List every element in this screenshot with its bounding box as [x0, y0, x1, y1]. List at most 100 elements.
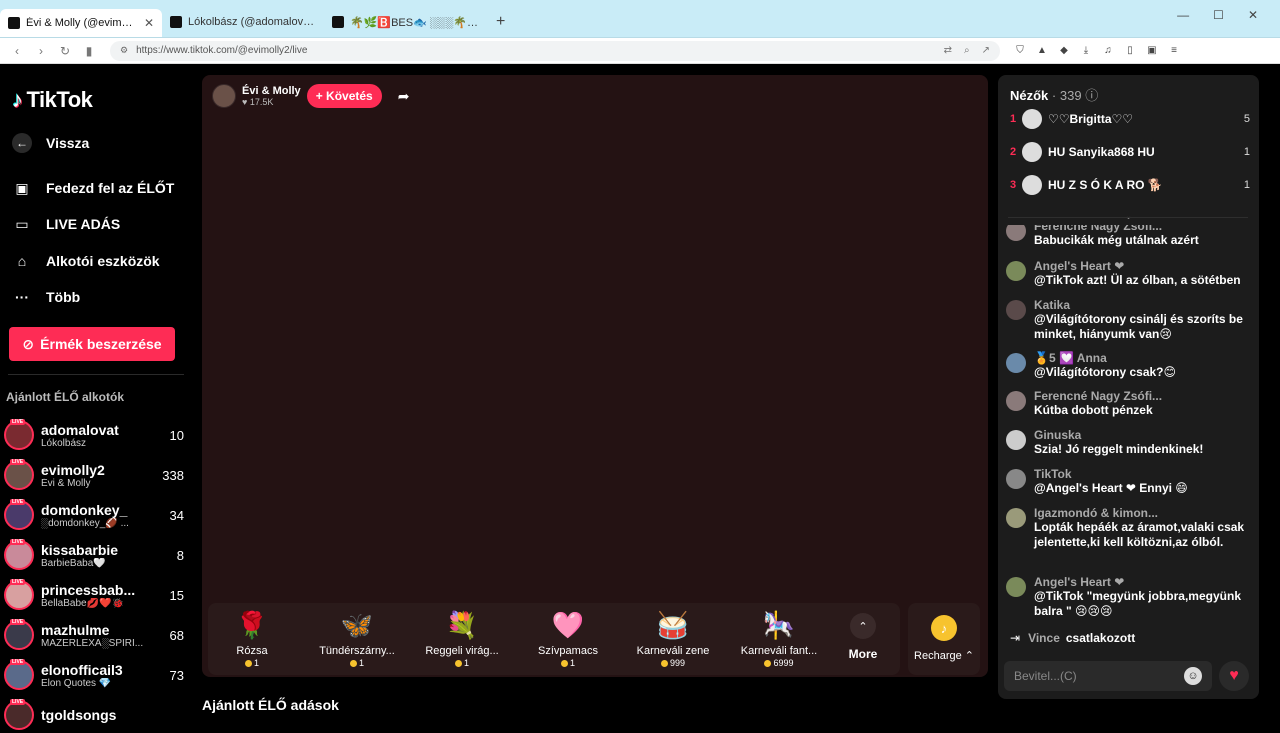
viewer-rank: 3 — [1010, 179, 1017, 191]
chat-avatar[interactable] — [1006, 225, 1026, 241]
sidebar-icon[interactable]: ▯ — [1124, 45, 1136, 56]
top-viewer[interactable]: 1 ♡♡Brigitta♡♡ 5 — [1010, 107, 1250, 131]
host-avatar[interactable] — [212, 84, 236, 108]
chat-message[interactable]: Ferencné Nagy Zsófi... Kútba dobott pénz… — [1006, 389, 1251, 418]
zoom-icon[interactable]: ⌕ — [964, 45, 970, 56]
creator-item[interactable]: LIVE domdonkey_ ░domdonkey_🏈 ... 34 — [4, 497, 184, 533]
bookmark-icon[interactable]: ▮ — [82, 44, 96, 58]
share-page-icon[interactable]: ↗ — [982, 45, 990, 56]
emoji-icon[interactable]: ☺ — [1184, 667, 1202, 685]
gift-item[interactable]: 🌹 Rózsa 1 — [208, 609, 296, 668]
like-heart-button[interactable]: ♥ — [1219, 661, 1249, 691]
creator-item[interactable]: LIVE princessbab... BellaBabe💋❤️🐞 15 — [4, 577, 184, 613]
chat-input[interactable]: Bevitel...(C) ☺ — [1004, 661, 1212, 691]
close-window-icon[interactable]: ✕ — [1248, 8, 1258, 22]
creator-item[interactable]: LIVE elonofficail3 Elon Quotes 💎 73 — [4, 657, 184, 693]
nav-more[interactable]: ··· Több — [12, 287, 80, 307]
chat-avatar[interactable] — [1006, 508, 1026, 528]
back-icon[interactable]: ‹ — [10, 44, 24, 58]
chat-username[interactable]: Ferencné Nagy Zsófi... — [1034, 389, 1251, 403]
nav-live-studio[interactable]: ▭ LIVE ADÁS — [12, 214, 120, 234]
chat-username[interactable]: 🏅5 💟 Anna — [1034, 351, 1251, 365]
new-tab-button[interactable]: + — [486, 13, 515, 37]
reload-icon[interactable]: ↻ — [58, 44, 72, 58]
creator-item[interactable]: LIVE kissabarbie BarbieBaba🤍 8 — [4, 537, 184, 573]
chat-username[interactable]: Ginuska — [1034, 428, 1251, 442]
puzzle-icon[interactable]: ◆ — [1058, 45, 1070, 56]
forward-icon[interactable]: › — [34, 44, 48, 58]
chat-message[interactable]: Ferencné Nagy Zsófi... Babucikák még utá… — [1006, 225, 1251, 248]
creator-item[interactable]: LIVE evimolly2 Évi & Molly 338 — [4, 457, 184, 493]
top-viewer[interactable]: 2 HU Sanyika868 HU 1 — [1010, 140, 1250, 164]
recharge-button[interactable]: ♪ Recharge ⌃ — [908, 603, 980, 675]
minimize-icon[interactable]: — — [1177, 8, 1189, 22]
creator-names: tgoldsongs — [41, 707, 154, 723]
gift-item[interactable]: 💐 Reggeli virág... 1 — [418, 609, 506, 668]
coin-icon: ♪ — [931, 615, 957, 641]
chat-username[interactable]: Angel's Heart ❤ — [1034, 259, 1251, 273]
chat-message[interactable]: Katika @Világítótorony csinálj és szorít… — [1006, 298, 1251, 342]
top-viewer[interactable]: 3 HU Z S Ó K A RO 🐕 1 — [1010, 173, 1250, 197]
gift-price: 999 — [629, 658, 717, 668]
translate-icon[interactable]: ⇄ — [944, 45, 952, 56]
chat-avatar[interactable] — [1006, 261, 1026, 281]
gift-item[interactable]: 🎠 Karneváli fant... 6999 — [735, 609, 823, 668]
nav-back[interactable]: ← Vissza — [12, 133, 89, 153]
gift-name: Karneváli zene — [636, 645, 710, 657]
gift-item[interactable]: 🥁 Karneváli zene 999 — [629, 609, 717, 668]
creator-names: adomalovat Lókolbász — [41, 422, 154, 449]
tv-icon: ▣ — [15, 179, 29, 196]
chat-avatar[interactable] — [1006, 353, 1026, 373]
get-coins-button[interactable]: ⊘ Érmék beszerzése — [9, 327, 175, 361]
music-icon[interactable]: ♫ — [1102, 45, 1114, 56]
chat-message[interactable]: Igazmondó & kimon... Lopták hepáék az ár… — [1006, 506, 1251, 550]
gift-item[interactable]: 🦋 Tündérszárny... 1 — [313, 609, 401, 668]
more-gifts-button[interactable]: ⌃ More — [846, 613, 880, 661]
chat-avatar[interactable] — [1006, 391, 1026, 411]
gift-price: 6999 — [735, 658, 823, 668]
tiktok-logo[interactable]: ♪ TikTok — [12, 87, 93, 113]
viewers-header[interactable]: Nézők · 339 ⓘ — [1010, 85, 1098, 104]
tab-close-icon[interactable]: ✕ — [144, 16, 154, 30]
chat-avatar[interactable] — [1006, 577, 1026, 597]
menu-icon[interactable]: ≡ — [1168, 45, 1180, 56]
browser-tab[interactable]: 🌴🌿🅱️BES🐟 ░░░🌴 (@cdby01) — [324, 9, 486, 35]
creator-item[interactable]: LIVE tgoldsongs — [4, 697, 184, 733]
help-icon[interactable]: ⓘ — [1085, 88, 1098, 103]
chat-username[interactable]: Igazmondó & kimon... — [1034, 506, 1251, 520]
creator-names: mazhulme MAZERLEXA░SPIRI... — [41, 622, 154, 649]
chat-message[interactable]: Ginuska Szia! Jó reggelt mindenkinek! — [1006, 428, 1251, 457]
chat-message[interactable]: TikTok @Angel's Heart ❤ Ennyi 😄 — [1006, 467, 1251, 496]
url-field[interactable]: ⚙ https://www.tiktok.com/@evimolly2/live… — [110, 40, 1000, 61]
creator-item[interactable]: LIVE adomalovat Lókolbász 10 — [4, 417, 184, 453]
chat-username[interactable]: Ferencné Nagy Zsófi... — [1034, 225, 1251, 233]
chat-avatar[interactable] — [1006, 430, 1026, 450]
maximize-icon[interactable]: ☐ — [1213, 8, 1224, 22]
follow-button[interactable]: + Követés — [306, 84, 382, 108]
chat-message[interactable]: 🏅5 💟 Anna @Világítótorony csak?😊 — [1006, 351, 1251, 380]
site-info-icon[interactable]: ⚙ — [120, 45, 128, 56]
shield-icon[interactable]: ⛉ — [1014, 45, 1026, 56]
viewer-count: 68 — [169, 627, 184, 643]
browser-tab[interactable]: Évi & Molly (@evimolly2) ÉLŐ ✕ — [0, 9, 162, 37]
download-icon[interactable]: ⤓ — [1080, 45, 1092, 56]
chat-username[interactable]: TikTok — [1034, 467, 1251, 481]
creator-subtitle: ░domdonkey_🏈 ... — [41, 517, 129, 529]
chat-message[interactable]: Angel's Heart ❤ @TikTok azt! Ül az ólban… — [1006, 259, 1251, 288]
nav-creator-tools[interactable]: ⌂ Alkotói eszközök — [12, 251, 160, 271]
browser-tab[interactable]: Lókolbász (@adomalovat) ÉLŐ ad — [162, 9, 324, 35]
chat-username[interactable]: Angel's Heart ❤ — [1034, 575, 1251, 589]
chat-avatar[interactable] — [1006, 469, 1026, 489]
host-info[interactable]: Évi & Molly ♥ 17.5K — [242, 85, 301, 107]
chat-avatar[interactable] — [1006, 300, 1026, 320]
creator-item[interactable]: LIVE mazhulme MAZERLEXA░SPIRI... 68 — [4, 617, 184, 653]
triangle-icon[interactable]: ▲ — [1036, 45, 1048, 56]
gift-price-value: 1 — [463, 658, 469, 668]
wallet-icon[interactable]: ▣ — [1146, 45, 1158, 56]
gift-item[interactable]: 🩷 Szívpamacs 1 — [524, 609, 612, 668]
live-video-area[interactable]: Évi & Molly ♥ 17.5K + Követés ➦ — [202, 75, 988, 677]
nav-explore-live[interactable]: ▣ Fedezd fel az ÉLŐT — [12, 178, 174, 198]
share-icon[interactable]: ➦ — [398, 88, 410, 105]
chat-username[interactable]: Katika — [1034, 298, 1251, 312]
chat-message[interactable]: Angel's Heart ❤ @TikTok "megyünk jobbra,… — [1006, 575, 1251, 619]
